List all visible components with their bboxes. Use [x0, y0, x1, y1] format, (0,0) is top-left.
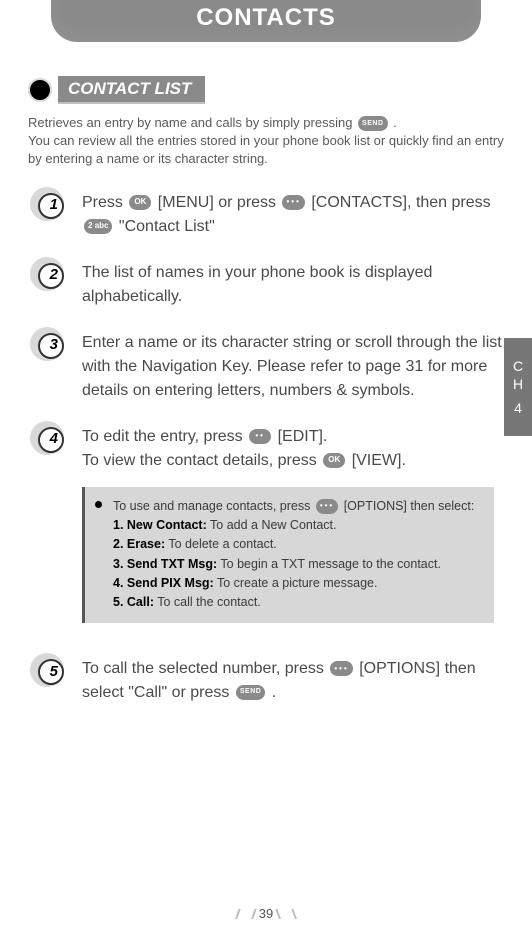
opt-3-text: To begin a TXT message to the contact. — [217, 557, 441, 571]
chapter-tab: C H 4 — [504, 338, 532, 436]
section-title: CONTACT LIST — [58, 76, 205, 104]
ok-key-icon: OK — [129, 195, 151, 210]
opt-4-label: 4. Send PIX Msg: — [113, 576, 214, 590]
opt-2-label: 2. Erase: — [113, 537, 165, 551]
options-box: To use and manage contacts, press ••• [O… — [82, 487, 494, 623]
step-3-number: 3 — [50, 334, 58, 357]
page-title: CONTACTS — [51, 4, 481, 32]
step-1-text-a: Press — [82, 194, 127, 211]
step-4: 4 To edit the entry, press •• [EDIT]. To… — [28, 425, 504, 473]
step-4-text-b: [EDIT]. — [278, 428, 328, 445]
options-bullet-icon — [95, 501, 102, 508]
page-header: CONTACTS — [51, 0, 481, 42]
opt-2-text: To delete a contact. — [165, 537, 277, 551]
step-4-text-d: [VIEW]. — [352, 452, 406, 469]
step-5-text-a: To call the selected number, press — [82, 660, 328, 677]
intro-text: Retrieves an entry by name and calls by … — [28, 114, 504, 169]
opt-5-label: 5. Call: — [113, 595, 154, 609]
step-5-text-c: . — [272, 684, 276, 701]
opt-4-text: To create a picture message. — [214, 576, 378, 590]
step-1-text-d: "Contact List" — [119, 218, 215, 235]
step-2-number: 2 — [50, 264, 58, 287]
intro-part1: Retrieves an entry by name and calls by … — [28, 115, 356, 130]
opt-1-label: 1. New Contact: — [113, 518, 207, 532]
step-4-text-a: To edit the entry, press — [82, 428, 247, 445]
two-abc-key-icon: 2 abc — [84, 219, 112, 234]
step-5: 5 To call the selected number, press •••… — [28, 657, 504, 705]
step-1-text-b: [MENU] or press — [158, 194, 281, 211]
send-key-icon: SEND — [358, 116, 387, 131]
step-4-number: 4 — [50, 428, 58, 451]
chapter-c: C — [513, 357, 523, 375]
page-number-wrap: 39 — [0, 905, 532, 923]
step-5-number: 5 — [50, 661, 58, 684]
section-bullet-icon — [28, 78, 52, 102]
step-1-number: 1 — [50, 194, 58, 217]
step-1-badge: 1 — [34, 189, 68, 223]
step-1-text-c: [CONTACTS], then press — [311, 194, 490, 211]
options-key-icon-2: ••• — [316, 499, 338, 514]
opt-1-text: To add a New Contact. — [207, 518, 337, 532]
options-lead-a: To use and manage contacts, press — [113, 499, 314, 513]
step-5-badge: 5 — [34, 655, 68, 689]
step-2-badge: 2 — [34, 259, 68, 293]
step-3-badge: 3 — [34, 329, 68, 363]
edit-key-icon: •• — [249, 429, 271, 444]
chapter-num: 4 — [514, 399, 522, 417]
opt-5-text: To call the contact. — [154, 595, 261, 609]
section-header: CONTACT LIST — [28, 76, 504, 104]
step-3: 3 Enter a name or its character string o… — [28, 331, 504, 403]
chapter-h: H — [513, 375, 523, 393]
page-number: 39 — [235, 906, 297, 921]
opt-3-label: 3. Send TXT Msg: — [113, 557, 217, 571]
intro-part2: You can review all the entries stored in… — [28, 133, 504, 166]
intro-part1-tail: . — [393, 115, 397, 130]
options-key-icon-3: ••• — [330, 661, 352, 676]
step-2: 2 The list of names in your phone book i… — [28, 261, 504, 309]
step-4-text-c: To view the contact details, press — [82, 452, 321, 469]
send-key-icon-2: SEND — [236, 685, 265, 700]
options-lead-b: [OPTIONS] then select: — [344, 499, 475, 513]
step-3-text: Enter a name or its character string or … — [82, 334, 502, 399]
step-1: 1 Press OK [MENU] or press ••• [CONTACTS… — [28, 191, 504, 239]
view-key-icon: OK — [323, 453, 345, 468]
options-key-icon: ••• — [282, 195, 304, 210]
step-4-badge: 4 — [34, 423, 68, 457]
step-2-text: The list of names in your phone book is … — [82, 264, 432, 305]
